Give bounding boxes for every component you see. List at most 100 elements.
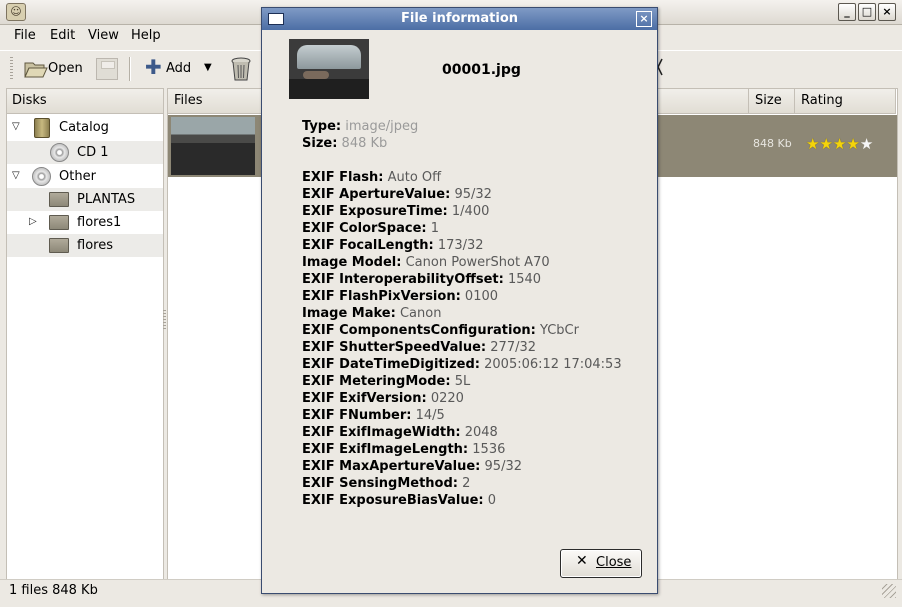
info-row: Size: 848 Kb	[302, 136, 387, 151]
disks-header[interactable]: Disks	[7, 89, 163, 114]
info-value: 1/400	[451, 204, 490, 219]
file-name: 00001.jpg	[442, 62, 521, 78]
info-row: Image Model: Canon PowerShot A70	[302, 255, 550, 270]
open-label: Open	[48, 61, 83, 76]
add-button[interactable]: ✚ Add ▼	[143, 55, 221, 81]
info-key: EXIF FNumber:	[302, 408, 412, 423]
star-empty-icon[interactable]: ★	[860, 135, 873, 153]
cd-icon	[32, 167, 51, 186]
info-value: Auto Off	[387, 170, 442, 185]
info-key: EXIF SensingMethod:	[302, 476, 458, 491]
info-value: image/jpeg	[345, 119, 419, 134]
close-icon: ✕	[576, 553, 588, 569]
column-header-label: Files	[174, 93, 203, 108]
info-value: 95/32	[484, 459, 522, 474]
chevron-down-icon[interactable]: ▼	[204, 62, 212, 73]
tree-label: CD 1	[77, 145, 109, 160]
pane-splitter[interactable]	[163, 310, 166, 330]
maximize-icon[interactable]: □	[858, 3, 876, 21]
rating-stars[interactable]: ★★★★★	[806, 135, 873, 153]
open-button[interactable]: Open	[22, 57, 92, 81]
info-key: EXIF ApertureValue:	[302, 187, 451, 202]
info-row: EXIF FocalLength: 173/32	[302, 238, 484, 253]
star-filled-icon[interactable]: ★	[846, 135, 859, 153]
info-value: 848 Kb	[341, 136, 388, 151]
menu-help[interactable]: Help	[131, 28, 161, 43]
column-header-label: Rating	[801, 93, 843, 108]
info-row: EXIF ExposureTime: 1/400	[302, 204, 489, 219]
tree-label: Other	[59, 169, 96, 184]
info-key: EXIF FlashPixVersion:	[302, 289, 461, 304]
toolbar-grip[interactable]	[10, 57, 13, 81]
tree-item-flores1[interactable]: ▷ flores1	[7, 211, 163, 234]
app-icon[interactable]: ☺	[6, 3, 26, 21]
close-window-icon[interactable]: ×	[878, 3, 896, 21]
expander-closed-icon[interactable]: ▷	[29, 216, 37, 227]
open-folder-icon	[24, 62, 48, 78]
info-row: EXIF DateTimeDigitized: 2005:06:12 17:04…	[302, 357, 622, 372]
disks-header-label: Disks	[12, 93, 47, 108]
info-key: EXIF DateTimeDigitized:	[302, 357, 480, 372]
menu-view[interactable]: View	[88, 28, 119, 43]
info-value: 1	[430, 221, 440, 236]
info-key: EXIF ExposureBiasValue:	[302, 493, 484, 508]
menu-edit[interactable]: Edit	[50, 28, 75, 43]
tree-item-plantas[interactable]: PLANTAS	[7, 188, 163, 211]
info-value: 0	[487, 493, 497, 508]
tree-item-cd1[interactable]: CD 1	[7, 141, 163, 164]
info-key: EXIF ComponentsConfiguration:	[302, 323, 536, 338]
add-icon: ✚	[145, 55, 162, 79]
tree-label: PLANTAS	[77, 192, 136, 207]
info-value: 0100	[464, 289, 499, 304]
close-button[interactable]: ✕ Close	[560, 549, 642, 578]
minimize-icon[interactable]: _	[838, 3, 856, 21]
info-key: Type:	[302, 119, 342, 134]
toolbar-separator	[129, 57, 131, 81]
menu-file[interactable]: File	[14, 28, 36, 43]
info-row: EXIF FlashPixVersion: 0100	[302, 289, 498, 304]
close-button-label: Close	[596, 555, 632, 570]
column-header-size[interactable]: Size	[749, 89, 795, 114]
info-value: 2005:06:12 17:04:53	[484, 357, 622, 372]
save-icon[interactable]	[96, 58, 118, 80]
disks-panel: Disks ▽ Catalog CD 1 ▽ Other PLANTAS ▷ f…	[6, 88, 164, 580]
info-row: EXIF Flash: Auto Off	[302, 170, 441, 185]
file-information-dialog: File information × 00001.jpg Type: image…	[261, 7, 658, 594]
tree-item-catalog[interactable]: ▽ Catalog	[7, 116, 163, 139]
info-key: EXIF InteroperabilityOffset:	[302, 272, 504, 287]
star-filled-icon[interactable]: ★	[806, 135, 819, 153]
star-filled-icon[interactable]: ★	[819, 135, 832, 153]
add-label: Add	[166, 61, 192, 76]
info-row: EXIF ApertureValue: 95/32	[302, 187, 492, 202]
close-icon[interactable]: ×	[636, 11, 652, 27]
column-header-rating[interactable]: Rating	[795, 89, 896, 114]
tree-item-other[interactable]: ▽ Other	[7, 165, 163, 188]
info-row: EXIF InteroperabilityOffset: 1540	[302, 272, 541, 287]
folder-icon	[49, 238, 69, 253]
info-key: Image Make:	[302, 306, 396, 321]
info-value: 2	[462, 476, 471, 491]
column-header-label: Size	[755, 93, 782, 108]
dialog-title: File information	[400, 11, 519, 26]
status-text: 1 files 848 Kb	[9, 583, 98, 598]
star-filled-icon[interactable]: ★	[833, 135, 846, 153]
info-value: 1536	[472, 442, 506, 457]
trash-icon[interactable]	[230, 56, 252, 82]
dialog-titlebar[interactable]: File information ×	[262, 8, 657, 30]
info-row: EXIF ShutterSpeedValue: 277/32	[302, 340, 536, 355]
info-value: 14/5	[415, 408, 445, 423]
info-value: 1540	[507, 272, 542, 287]
info-row: EXIF MeteringMode: 5L	[302, 374, 470, 389]
catalog-icon	[34, 118, 50, 138]
image-thumbnail	[289, 39, 369, 99]
file-thumbnail[interactable]	[171, 117, 255, 175]
info-value: Canon	[399, 306, 442, 321]
expander-open-icon[interactable]: ▽	[12, 121, 20, 132]
tree-item-flores[interactable]: flores	[7, 234, 163, 257]
folder-icon	[49, 192, 69, 207]
info-key: EXIF ExifImageWidth:	[302, 425, 461, 440]
info-value: 277/32	[490, 340, 537, 355]
info-key: EXIF ColorSpace:	[302, 221, 427, 236]
expander-open-icon[interactable]: ▽	[12, 170, 20, 181]
resize-grip[interactable]	[882, 584, 896, 598]
